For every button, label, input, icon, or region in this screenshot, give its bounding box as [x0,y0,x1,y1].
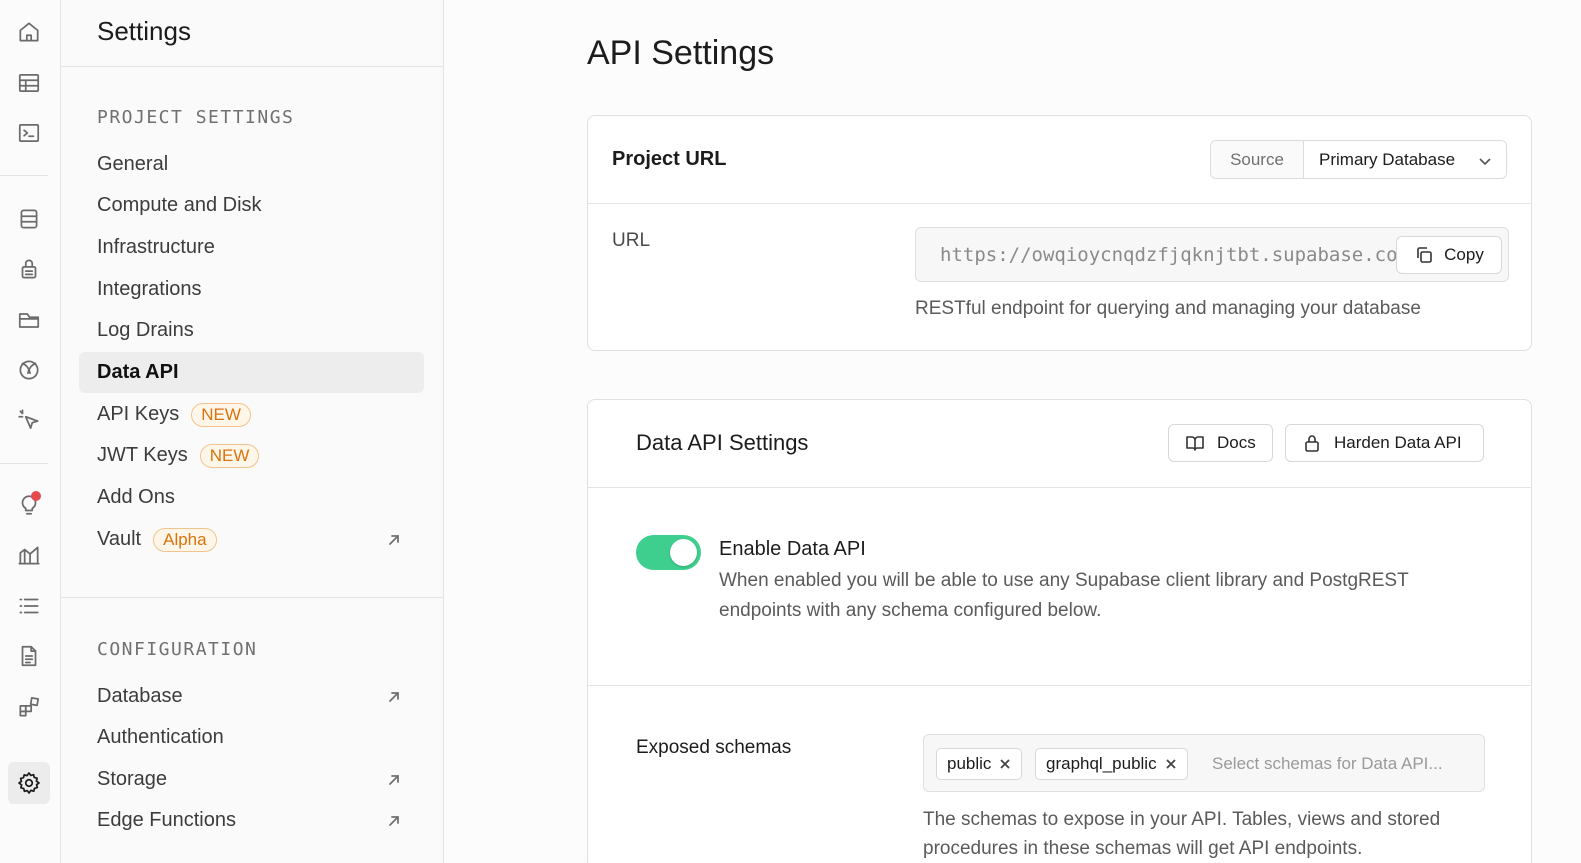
toggle-knob [670,539,697,566]
advisors-icon[interactable] [8,483,50,525]
database-icon[interactable] [8,198,50,240]
enable-data-api-toggle[interactable] [636,535,701,570]
logs-icon[interactable] [8,585,50,627]
sidebar-item-authentication[interactable]: Authentication [79,717,424,758]
icon-rail [0,0,61,863]
sidebar-item-api-keys[interactable]: API Keys NEW [79,394,424,435]
sidebar-item-log-drains[interactable]: Log Drains [79,310,424,351]
sidebar-item-label: Data API [97,361,179,383]
chip-label: public [947,754,992,773]
sidebar-item-label: Edge Functions [97,809,236,831]
exposed-schemas-select[interactable]: public graphql_public Select schemas for… [923,734,1485,792]
sidebar-item-label: Compute and Disk [97,194,262,216]
new-badge: NEW [199,443,260,468]
source-label: Source [1211,141,1304,178]
schema-chip-graphql-public: graphql_public [1035,748,1188,780]
external-link-icon [386,812,402,828]
page-title: API Settings [587,34,775,72]
sidebar-item-label: Database [97,685,183,707]
authentication-icon[interactable] [8,248,50,290]
sidebar-item-vault[interactable]: Vault Alpha [79,519,424,560]
sidebar-divider [61,597,443,598]
url-field[interactable]: https://owqioycnqdzfjqknjtbt.supabase.co… [915,227,1509,282]
sidebar-item-infrastructure[interactable]: Infrastructure [79,227,424,268]
project-url-card: Project URL Source Primary Database URL … [587,115,1532,351]
source-value: Primary Database [1319,149,1456,169]
close-icon[interactable] [999,758,1011,770]
edge-functions-icon[interactable] [8,399,50,441]
docs-label: Docs [1217,433,1256,452]
sidebar-item-label: API Keys [97,403,180,425]
table-editor-icon[interactable] [8,62,50,104]
card-header: Data API Settings Docs Harden Data API [588,400,1531,488]
copy-label: Copy [1444,245,1484,264]
sidebar-item-label: Integrations [97,278,202,300]
data-api-settings-card: Data API Settings Docs Harden Data API E… [587,399,1532,863]
alpha-badge: Alpha [153,527,217,552]
home-icon[interactable] [8,11,50,53]
settings-icon[interactable] [8,762,50,804]
sidebar-item-compute-and-disk[interactable]: Compute and Disk [79,185,424,226]
sidebar-item-label: Storage [97,768,168,790]
sidebar-item-integrations[interactable]: Integrations [79,269,424,310]
enable-data-api-title: Enable Data API [719,538,866,560]
sidebar-item-add-ons[interactable]: Add Ons [79,477,424,518]
rail-divider [0,463,48,464]
sidebar-item-database[interactable]: Database [79,676,424,717]
docs-button[interactable]: Docs [1168,424,1273,462]
chip-label: graphql_public [1046,754,1157,773]
copy-icon [1417,247,1432,263]
harden-data-api-button[interactable]: Harden Data API [1285,424,1484,462]
url-help-text: RESTful endpoint for querying and managi… [915,298,1421,319]
sidebar-item-edge-functions[interactable]: Edge Functions [79,800,424,841]
card-title: Project URL [612,148,727,170]
sidebar-item-label: Infrastructure [97,236,215,258]
sql-editor-icon[interactable] [8,112,50,154]
settings-sidebar: Settings PROJECT SETTINGS General Comput… [61,0,444,863]
source-selector[interactable]: Source Primary Database [1210,140,1507,179]
enable-data-api-description: When enabled you will be able to use any… [719,570,1409,621]
notification-dot [31,491,41,501]
url-label: URL [612,230,651,251]
sidebar-item-data-api[interactable]: Data API [79,352,424,393]
realtime-icon[interactable] [8,349,50,391]
sidebar-item-label: Authentication [97,726,224,748]
close-icon[interactable] [1165,758,1177,770]
external-link-icon [386,531,402,547]
group-title-project-settings: PROJECT SETTINGS [97,107,295,128]
sidebar-title: Settings [61,0,443,67]
sidebar-item-general[interactable]: General [79,144,424,185]
harden-label: Harden Data API [1334,433,1462,452]
sidebar-item-label: General [97,153,169,175]
sidebar-item-storage[interactable]: Storage [79,759,424,800]
schema-chip-public: public [936,748,1023,780]
sidebar-item-jwt-keys[interactable]: JWT Keys NEW [79,435,424,476]
url-value: https://owqioycnqdzfjqknjtbt.supabase.co [940,244,1398,266]
schemas-placeholder[interactable]: Select schemas for Data API... [1212,754,1443,774]
exposed-schemas-help: The schemas to expose in your API. Table… [923,809,1441,859]
group-title-configuration: CONFIGURATION [97,639,258,660]
section-divider [588,685,1531,686]
sidebar-item-label: Vault [97,528,142,550]
exposed-schemas-label: Exposed schemas [636,737,792,758]
sidebar-item-label: JWT Keys [97,444,188,466]
lock-icon [1305,435,1319,452]
copy-button[interactable]: Copy [1396,236,1502,274]
card-title: Data API Settings [636,430,809,455]
new-badge: NEW [191,402,251,427]
reports-icon[interactable] [8,534,50,576]
chevron-down-icon [1479,158,1491,166]
book-icon [1186,436,1204,451]
external-link-icon [386,688,402,704]
source-dropdown[interactable]: Primary Database [1304,141,1506,178]
sidebar-item-label: Add Ons [97,486,175,508]
card-header: Project URL Source Primary Database [588,116,1531,204]
external-link-icon [386,771,402,787]
storage-icon[interactable] [8,299,50,341]
sidebar-item-label: Log Drains [97,319,194,341]
api-docs-icon[interactable] [8,635,50,677]
rail-divider [0,175,48,176]
integrations-icon[interactable] [8,686,50,728]
